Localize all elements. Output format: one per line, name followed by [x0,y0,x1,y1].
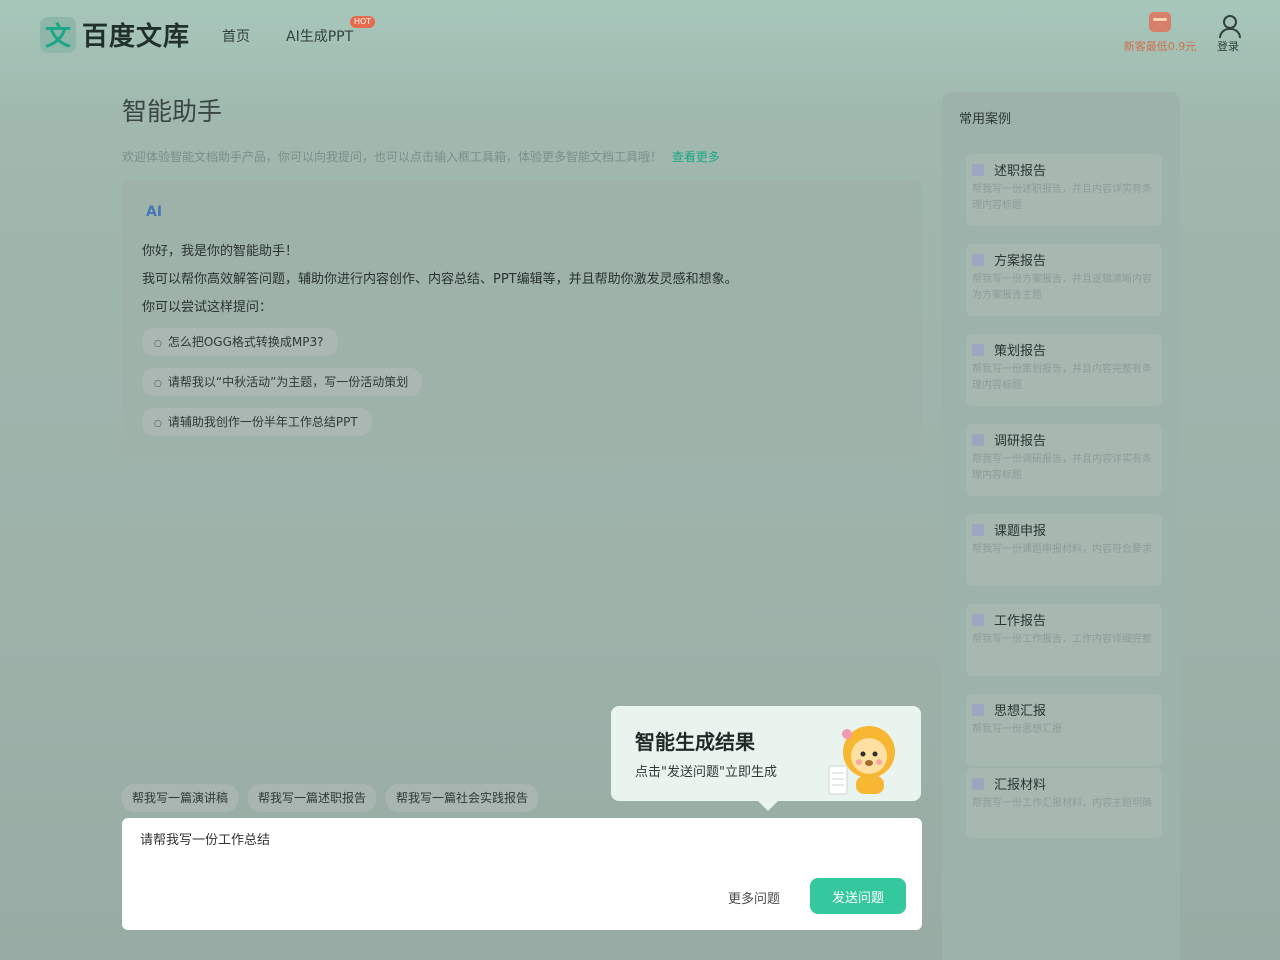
nav-ai-ppt[interactable]: AI生成PPT HOT [286,16,376,46]
new-user-promo[interactable]: 新客最低0.9元 [1120,12,1200,54]
try-prompt-text: 你可以尝试这样提问： [142,300,273,315]
sidebar-title: 常用案例 [959,112,1012,127]
page-title: 智能助手 [122,97,223,126]
suggestion-chip[interactable]: 请帮我以“中秋活动”为主题，写一份活动策划 [142,368,423,396]
case-description: 帮我写一份课题申报材料，内容符合要求 [972,544,1152,555]
document-icon [972,164,984,176]
case-card-sixiang[interactable]: 思想汇报 帮我写一份思想汇报 [966,694,1162,766]
quick-tag-report[interactable]: 帮我写一篇述职报告 [248,784,377,812]
case-card-shuzhi[interactable]: 述职报告 帮我写一份述职报告，并且内容详实有条理内容标题 [966,154,1162,226]
case-title: 思想汇报 [994,704,1047,719]
case-description: 帮我写一份工作汇报材料，内容主题明确 [972,798,1152,809]
logo-text: 百度文库 [82,22,191,52]
case-card-huibao[interactable]: 汇报材料 帮我写一份工作汇报材料，内容主题明确 [966,768,1162,838]
wenku-logo-icon: 文 [40,16,76,53]
login-label: 登录 [1217,40,1239,53]
popup-subtitle: 点击"发送问题"立即生成 [635,765,777,780]
welcome-message: 欢迎体验智能文档助手产品，你可以向我提问，也可以点击输入框工具箱，体验更多智能文… [122,148,720,165]
user-icon [1218,14,1241,38]
case-description: 帮我写一份策划报告，并且内容完整有条理内容标题 [972,364,1152,391]
login-button[interactable]: 登录 [1214,14,1242,54]
case-title: 汇报材料 [994,778,1047,793]
question-input-box: 更多问题 发送问题 [122,818,922,930]
nav-home-label: 首页 [222,29,250,45]
case-card-cehua[interactable]: 策划报告 帮我写一份策划报告，并且内容完整有条理内容标题 [966,334,1162,406]
send-question-button[interactable]: 发送问题 [810,878,906,914]
document-icon [972,614,984,626]
promo-text: 新客最低0.9元 [1123,40,1197,53]
document-icon [972,344,984,356]
suggestion-chip[interactable]: 请辅助我创作一份半年工作总结PPT [142,408,372,436]
welcome-text: 欢迎体验智能文档助手产品，你可以向我提问，也可以点击输入框工具箱，体验更多智能文… [122,150,663,164]
top-header: 文 百度文库 首页 AI生成PPT HOT 新客最低0.9元 登录 [0,0,1280,70]
document-icon [972,254,984,266]
case-title: 课题申报 [994,524,1047,539]
suggestion-chip[interactable]: 怎么把OGG格式转换成MP3? [142,328,338,356]
document-icon [972,704,984,716]
lion-mascot-icon [828,726,895,795]
intro-text: 我可以帮你高效解答问题，辅助你进行内容创作、内容总结、PPT编辑等，并且帮助你激… [142,272,738,287]
popup-title: 智能生成结果 [635,730,755,754]
nav-ai-ppt-label: AI生成PPT [286,29,354,45]
assistant-chat-panel: AI 你好，我是你的智能助手！ 我可以帮你高效解答问题，辅助你进行内容创作、内容… [122,180,922,460]
case-card-keti[interactable]: 课题申报 帮我写一份课题申报材料，内容符合要求 [966,514,1162,586]
result-tip-popup: 智能生成结果 点击"发送问题"立即生成 [611,706,921,811]
greeting-text: 你好，我是你的智能助手！ [142,244,299,259]
common-cases-sidebar: 常用案例 述职报告 帮我写一份述职报告，并且内容详实有条理内容标题 方案报告 帮… [942,92,1180,960]
case-description: 帮我写一份调研报告，并且内容详实有条理内容标题 [972,454,1152,481]
site-logo[interactable]: 文 百度文库 [40,16,190,53]
case-card-gongzuo[interactable]: 工作报告 帮我写一份工作报告，工作内容详细完整 [966,604,1162,676]
case-description: 帮我写一份述职报告，并且内容详实有条理内容标题 [972,184,1152,211]
nav-home[interactable]: 首页 [222,26,250,46]
quick-tag-practice[interactable]: 帮我写一篇社会实践报告 [386,784,539,812]
question-input[interactable] [138,830,702,847]
document-icon [972,524,984,536]
ai-assistant-icon: AI [146,204,163,220]
more-questions-button[interactable]: 更多问题 [728,888,780,907]
case-card-fangan[interactable]: 方案报告 帮我写一份方案报告，并且逻辑清晰内容为方案报告主题 [966,244,1162,316]
case-description: 帮我写一份工作报告，工作内容详细完整 [972,634,1152,645]
case-title: 工作报告 [994,614,1047,629]
case-card-diaoyan[interactable]: 调研报告 帮我写一份调研报告，并且内容详实有条理内容标题 [966,424,1162,496]
main-nav: 首页 AI生成PPT HOT [222,16,376,46]
case-description: 帮我写一份思想汇报 [972,724,1062,735]
view-more-link[interactable]: 查看更多 [672,150,720,164]
case-description: 帮我写一份方案报告，并且逻辑清晰内容为方案报告主题 [972,274,1152,301]
case-title: 调研报告 [994,434,1047,449]
gift-box-icon [1149,12,1171,32]
case-title: 述职报告 [994,164,1047,179]
quick-tag-speech[interactable]: 帮我写一篇演讲稿 [122,784,239,812]
case-title: 方案报告 [994,254,1047,269]
document-icon [972,778,984,790]
case-title: 策划报告 [994,344,1047,359]
document-icon [972,434,984,446]
hot-badge: HOT [349,16,376,28]
quick-prompt-tags: 帮我写一篇演讲稿 帮我写一篇述职报告 帮我写一篇社会实践报告 [122,784,539,812]
